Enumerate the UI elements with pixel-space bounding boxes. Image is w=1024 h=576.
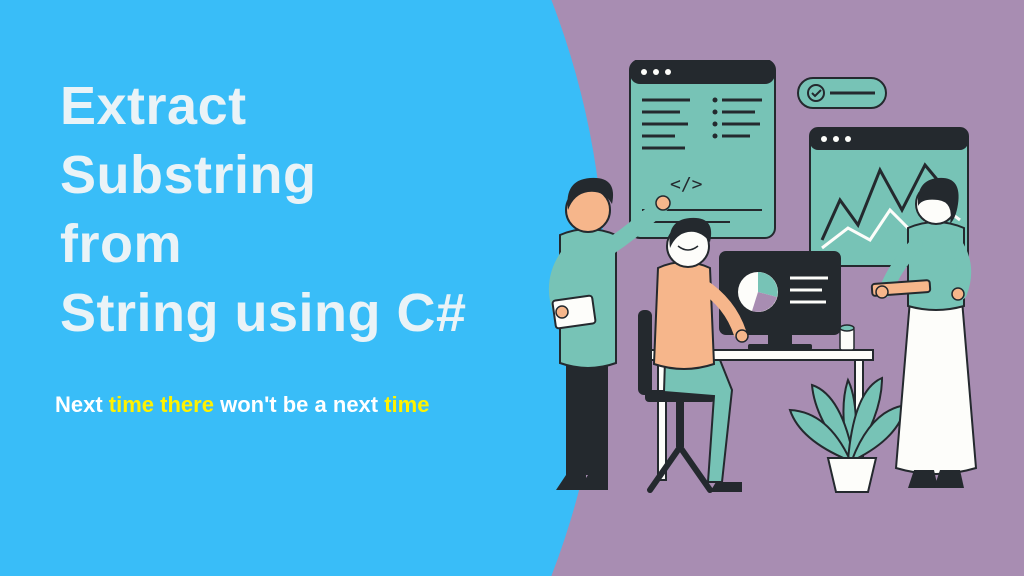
illustration-svg: </> xyxy=(530,60,1000,510)
svg-text:</>: </> xyxy=(670,174,703,195)
title-line-2: Substring xyxy=(60,141,467,210)
subtitle-highlight-word: time xyxy=(384,392,429,417)
plant-icon xyxy=(790,378,906,492)
cup-icon xyxy=(840,325,854,350)
main-title: Extract Substring from String using C# xyxy=(60,72,467,348)
title-line-4: String using C# xyxy=(60,279,467,348)
subtitle: Next time there won't be a next time xyxy=(55,392,429,418)
person-pointing-icon xyxy=(552,178,670,490)
subtitle-word: Next xyxy=(55,392,109,417)
status-badge-icon xyxy=(798,78,886,108)
subtitle-highlight-word: time xyxy=(109,392,154,417)
pie-chart-icon xyxy=(738,272,778,312)
illustration: </> xyxy=(530,60,1000,510)
banner-root: Extract Substring from String using C# N… xyxy=(0,0,1024,576)
subtitle-highlight-word: there xyxy=(160,392,214,417)
title-line-1: Extract xyxy=(60,72,467,141)
subtitle-word: won't be a next xyxy=(214,392,384,417)
title-line-3: from xyxy=(60,210,467,279)
